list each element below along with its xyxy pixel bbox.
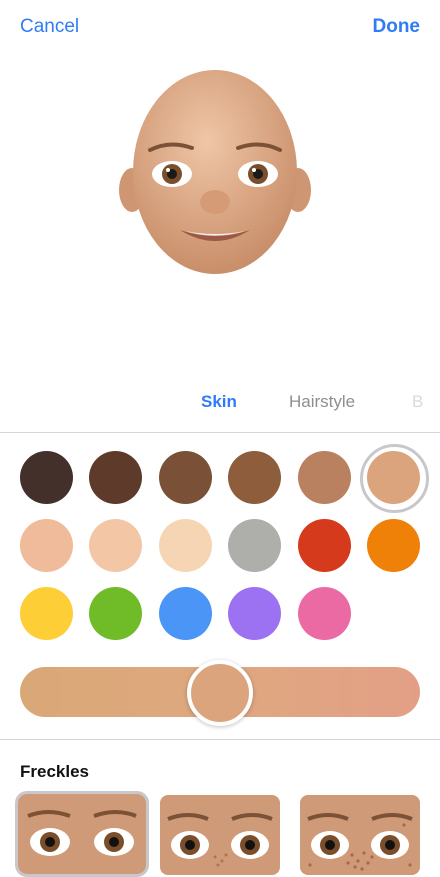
skin-swatch[interactable] — [20, 451, 73, 504]
skin-swatch[interactable] — [228, 587, 281, 640]
divider — [0, 432, 440, 433]
skin-swatch[interactable] — [159, 587, 212, 640]
skin-swatch[interactable] — [298, 519, 351, 572]
skin-swatch[interactable] — [228, 451, 281, 504]
done-button[interactable]: Done — [373, 16, 421, 38]
divider — [0, 739, 440, 740]
skin-swatch[interactable] — [20, 519, 73, 572]
skin-swatch[interactable] — [367, 519, 420, 572]
category-tabs: Skin Hairstyle B — [0, 392, 440, 414]
skin-swatch[interactable] — [89, 519, 142, 572]
freckles-title: Freckles — [20, 762, 89, 781]
skin-swatch[interactable] — [228, 519, 281, 572]
freckles-option-heavy[interactable] — [300, 795, 420, 875]
skin-swatch[interactable] — [298, 587, 351, 640]
skin-swatch[interactable] — [360, 444, 429, 513]
tab-hairstyle[interactable]: Hairstyle — [289, 392, 355, 412]
cancel-button[interactable]: Cancel — [20, 16, 79, 38]
tab-next-partial[interactable]: B — [412, 392, 423, 412]
skin-swatch[interactable] — [298, 451, 351, 504]
skin-swatch[interactable] — [20, 587, 73, 640]
freckles-option-light[interactable] — [160, 795, 280, 875]
skin-tone-slider-thumb[interactable] — [187, 660, 253, 726]
skin-swatch[interactable] — [159, 451, 212, 504]
memoji-avatar-preview — [119, 70, 311, 274]
tab-skin[interactable]: Skin — [201, 392, 237, 412]
skin-swatch[interactable] — [159, 519, 212, 572]
skin-swatch[interactable] — [89, 587, 142, 640]
skin-tone-slider[interactable] — [20, 660, 420, 726]
freckles-option-none[interactable] — [15, 791, 149, 877]
skin-swatch[interactable] — [89, 451, 142, 504]
